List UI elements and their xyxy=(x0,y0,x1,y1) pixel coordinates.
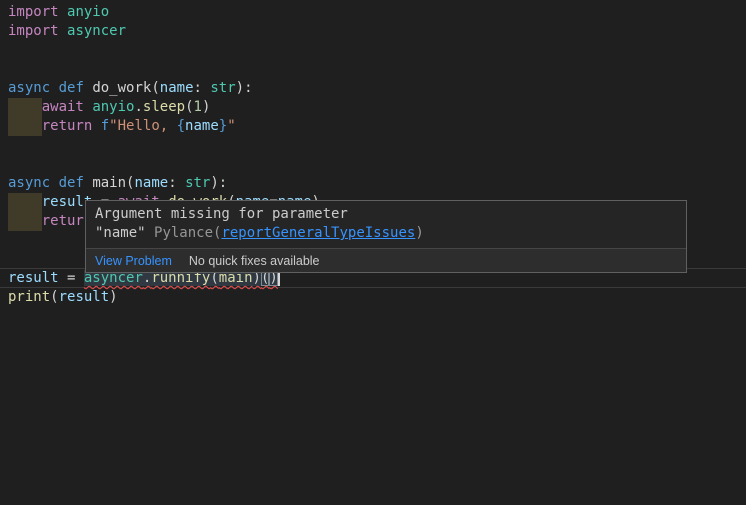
code-token xyxy=(8,194,42,210)
error-rule-link[interactable]: reportGeneralTypeIssues xyxy=(221,225,415,241)
code-token: : xyxy=(168,175,176,191)
code-token: str xyxy=(210,80,235,96)
code-token xyxy=(177,175,185,191)
error-message-line1: Argument missing for parameter xyxy=(95,206,348,222)
code-token: str xyxy=(185,175,210,191)
error-source-suffix: ) xyxy=(415,225,423,241)
code-token: " xyxy=(227,118,235,134)
code-editor[interactable]: import anyioimport asyncerasync def do_w… xyxy=(0,0,746,505)
code-token: sleep xyxy=(143,99,185,115)
code-token: result xyxy=(59,289,110,305)
code-token: . xyxy=(134,99,142,115)
code-token xyxy=(8,213,42,229)
code-token: do_work xyxy=(92,80,151,96)
error-message: Argument missing for parameter "name" Pyl… xyxy=(86,201,686,248)
code-line-9[interactable]: async def main(name: str): xyxy=(8,174,227,193)
code-line-1[interactable]: import asyncer xyxy=(8,22,126,41)
code-token xyxy=(59,23,67,39)
code-token: } xyxy=(219,118,227,134)
error-message-quoted: "name" xyxy=(95,225,154,241)
error-source-prefix: Pylance( xyxy=(154,225,221,241)
code-token xyxy=(59,4,67,20)
code-token: anyio xyxy=(92,99,134,115)
code-token: 1 xyxy=(194,99,202,115)
code-token: print xyxy=(8,289,50,305)
code-line-4[interactable]: async def do_work(name: str): xyxy=(8,79,253,98)
tooltip-status-bar: View Problem No quick fixes available xyxy=(86,248,686,272)
code-token: main xyxy=(92,175,126,191)
code-token: import xyxy=(8,23,59,39)
code-token: anyio xyxy=(67,4,109,20)
code-token: ): xyxy=(210,175,227,191)
code-line-5[interactable]: await anyio.sleep(1) xyxy=(8,98,210,117)
code-token: "Hello, xyxy=(109,118,176,134)
code-token: asyncer xyxy=(67,23,126,39)
view-problem-link[interactable]: View Problem xyxy=(95,254,172,268)
code-token: = xyxy=(59,270,84,286)
code-token: def xyxy=(59,80,84,96)
code-token: ) xyxy=(109,289,117,305)
code-token: name xyxy=(185,118,219,134)
error-tooltip: Argument missing for parameter "name" Pyl… xyxy=(85,200,687,273)
code-token: import xyxy=(8,4,59,20)
no-quick-fixes-label: No quick fixes available xyxy=(189,254,320,268)
code-token: ): xyxy=(236,80,253,96)
code-line-0[interactable]: import anyio xyxy=(8,3,109,22)
code-token: def xyxy=(59,175,84,191)
code-token: ( xyxy=(185,99,193,115)
code-token: result xyxy=(8,270,59,286)
code-token xyxy=(8,118,42,134)
code-token xyxy=(50,175,58,191)
code-token: await xyxy=(42,99,84,115)
code-token: return xyxy=(42,118,93,134)
code-token: ) xyxy=(202,99,210,115)
code-token xyxy=(50,80,58,96)
code-token: ( xyxy=(50,289,58,305)
code-token xyxy=(8,99,42,115)
code-line-6[interactable]: return f"Hello, {name}" xyxy=(8,117,236,136)
code-token xyxy=(92,118,100,134)
code-token: : xyxy=(194,80,202,96)
code-token: name xyxy=(160,80,194,96)
code-token: name xyxy=(134,175,168,191)
code-token: async xyxy=(8,80,50,96)
code-token: f xyxy=(101,118,109,134)
code-token: async xyxy=(8,175,50,191)
code-token: ( xyxy=(151,80,159,96)
code-line-15[interactable]: print(result) xyxy=(8,288,118,307)
code-token: { xyxy=(177,118,185,134)
